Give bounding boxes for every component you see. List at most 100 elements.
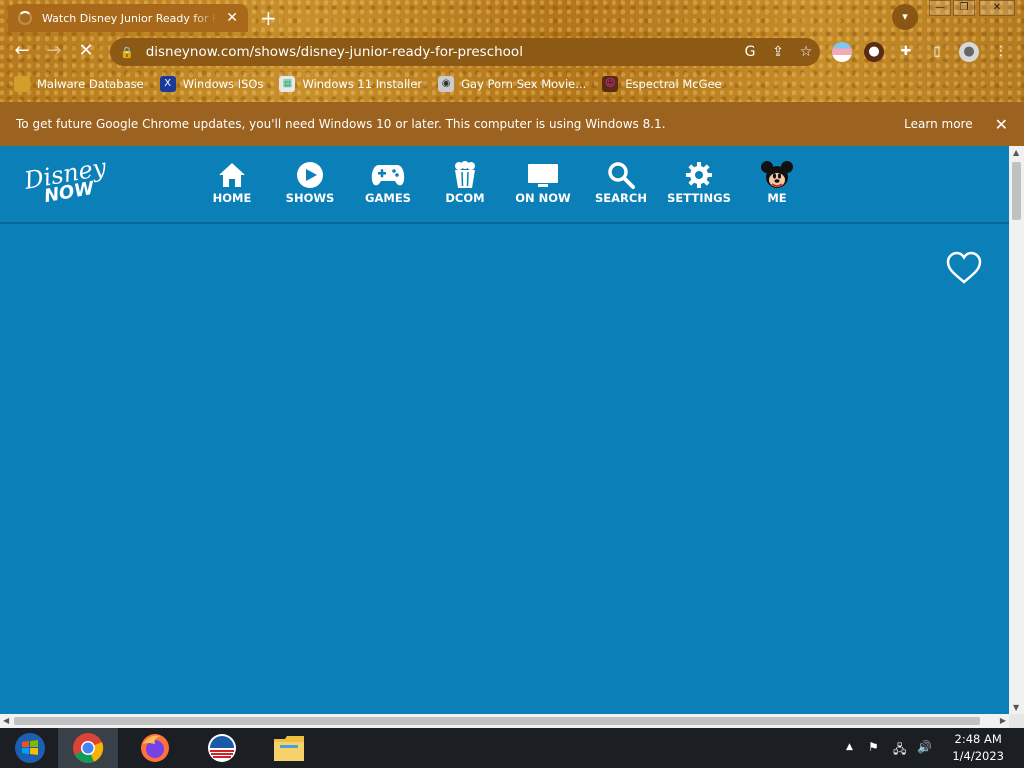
lock-icon: 🔒 (120, 45, 134, 59)
url-text: disneynow.com/shows/disney-junior-ready-… (145, 44, 523, 60)
browser-tab[interactable]: Watch Disney Junior Ready for Preschool … (8, 4, 248, 32)
bookmark-windows-11-installer[interactable]: ▦ Windows 11 Installer (279, 76, 422, 92)
nav-label: GAMES (365, 191, 411, 205)
x-icon: X (159, 76, 176, 92)
nav-settings[interactable]: SETTINGS (660, 160, 738, 205)
tab-search-button[interactable]: ▾ (892, 4, 918, 30)
gamepad-icon (349, 160, 427, 190)
infobar-message: To get future Google Chrome updates, you… (16, 117, 666, 131)
play-icon (271, 160, 349, 190)
taskbar-chrome[interactable] (58, 728, 118, 768)
vertical-scroll-thumb[interactable] (1012, 162, 1021, 220)
nav-label: ME (767, 191, 787, 205)
folder-icon (14, 76, 30, 92)
scrollbar-corner (1009, 714, 1024, 728)
folder-icon (274, 736, 304, 761)
image-icon: ▦ (279, 76, 296, 92)
nav-me[interactable]: ME (738, 160, 816, 205)
side-panel-icon[interactable]: ▯ (927, 42, 947, 62)
favorite-heart-button[interactable] (946, 251, 982, 285)
taskbar-firefox[interactable] (125, 728, 185, 768)
scroll-right-arrow-icon[interactable]: ▶ (1000, 716, 1006, 725)
nav-dcom[interactable]: DCOM (426, 160, 504, 205)
nav-label: SEARCH (595, 191, 647, 205)
nav-games[interactable]: GAMES (349, 160, 427, 205)
google-lens-icon[interactable]: G (736, 44, 764, 60)
tray-expand-icon[interactable]: ▲ (846, 742, 853, 752)
taskbar-file-explorer[interactable] (259, 728, 319, 768)
tab-close-button[interactable]: ✕ (226, 10, 238, 26)
bookmark-label: Gay Porn Sex Movie... (461, 77, 587, 91)
start-button[interactable] (0, 728, 60, 768)
clock-date: 1/4/2023 (952, 749, 1004, 763)
popcorn-icon (426, 160, 504, 190)
taskbar-obama-app[interactable] (192, 728, 252, 768)
extension-flag-icon[interactable] (832, 42, 852, 62)
home-icon (193, 160, 271, 190)
heart-icon (946, 251, 982, 284)
profile-icon[interactable]: ● (959, 42, 979, 62)
forward-button[interactable]: → (42, 40, 66, 61)
nav-label: HOME (212, 191, 252, 205)
browser-frame: Watch Disney Junior Ready for Preschool … (0, 0, 1024, 102)
nav-label: ON NOW (515, 191, 571, 205)
nav-label: SETTINGS (667, 191, 731, 205)
loading-spinner-icon (18, 11, 32, 25)
scroll-down-arrow-icon[interactable]: ▼ (1013, 703, 1019, 712)
nav-home[interactable]: HOME (193, 160, 271, 205)
windows-taskbar: ▲ ⚑ 🖧 🔊 2:48 AM 1/4/2023 (0, 728, 1024, 768)
avatar-icon: ☺ (602, 76, 619, 92)
nav-shows[interactable]: SHOWS (271, 160, 349, 205)
bookmark-label: Espectral McGee (625, 77, 722, 91)
share-icon[interactable]: ⇪ (764, 44, 792, 60)
action-center-flag-icon[interactable]: ⚑ (868, 740, 879, 754)
bookmark-movie-site[interactable]: ◉ Gay Porn Sex Movie... (438, 76, 586, 92)
back-button[interactable]: ← (10, 40, 34, 61)
bookmark-star-icon[interactable]: ☆ (792, 44, 820, 60)
disc-icon: ◉ (438, 76, 455, 92)
infobar-close-button[interactable]: ✕ (995, 115, 1008, 134)
learn-more-link[interactable]: Learn more (904, 117, 972, 131)
browser-toolbar: ← → ✕ 🔒 disneynow.com/shows/disney-junio… (0, 36, 1024, 68)
horizontal-scrollbar[interactable]: ◀ ▶ (0, 714, 1009, 728)
system-clock[interactable]: 2:48 AM 1/4/2023 (952, 731, 1004, 765)
bookmark-label: Windows 11 Installer (302, 77, 423, 91)
page-viewport: Disney NOW HOME SHOWS GAMES DCOM ON NOW … (0, 146, 1009, 714)
stop-button[interactable]: ✕ (74, 40, 98, 61)
bookmark-label: Malware Database (37, 77, 144, 91)
scroll-left-arrow-icon[interactable]: ◀ (3, 716, 9, 725)
nav-label: DCOM (445, 191, 485, 205)
gear-icon (660, 160, 738, 190)
volume-icon[interactable]: 🔊 (917, 740, 932, 754)
new-tab-button[interactable]: + (260, 6, 277, 30)
bookmark-espectral-mcgee[interactable]: ☺ Espectral McGee (602, 76, 722, 92)
menu-dots-icon[interactable]: ⋮ (991, 42, 1011, 62)
minimize-button[interactable]: — (929, 0, 951, 16)
update-infobar: To get future Google Chrome updates, you… (0, 102, 1024, 146)
nav-label: SHOWS (285, 191, 335, 205)
tv-icon (504, 160, 582, 190)
network-icon[interactable]: 🖧 (893, 740, 906, 761)
window-close-button[interactable]: ✕ (979, 0, 1015, 16)
nav-search[interactable]: SEARCH (582, 160, 660, 205)
chrome-icon (73, 733, 104, 763)
obama-logo-icon (208, 734, 236, 762)
restore-button[interactable]: ❐ (953, 0, 975, 16)
scroll-up-arrow-icon[interactable]: ▲ (1013, 148, 1019, 157)
horizontal-scroll-thumb[interactable] (14, 717, 980, 725)
clock-time: 2:48 AM (954, 732, 1002, 746)
bookmark-label: Windows ISOs (182, 77, 264, 91)
site-nav: Disney NOW HOME SHOWS GAMES DCOM ON NOW … (0, 146, 1009, 222)
nav-on-now[interactable]: ON NOW (504, 160, 582, 205)
vertical-scrollbar[interactable]: ▲ ▼ (1009, 146, 1024, 714)
disney-now-logo[interactable]: Disney NOW (22, 153, 114, 208)
tab-title: Watch Disney Junior Ready for Preschool (42, 11, 219, 25)
bookmark-windows-isos[interactable]: X Windows ISOs (159, 76, 264, 92)
extensions-puzzle-icon[interactable]: ✚ (896, 42, 916, 62)
extension-avatar-icon[interactable]: ● (864, 42, 884, 62)
bookmarks-bar: Malware Database X Windows ISOs ▦ Window… (0, 72, 1024, 96)
bookmark-malware-database[interactable]: Malware Database (14, 76, 144, 92)
address-bar[interactable]: 🔒 disneynow.com/shows/disney-junior-read… (110, 38, 820, 66)
start-orb-icon (15, 733, 45, 763)
mickey-icon (738, 160, 816, 190)
